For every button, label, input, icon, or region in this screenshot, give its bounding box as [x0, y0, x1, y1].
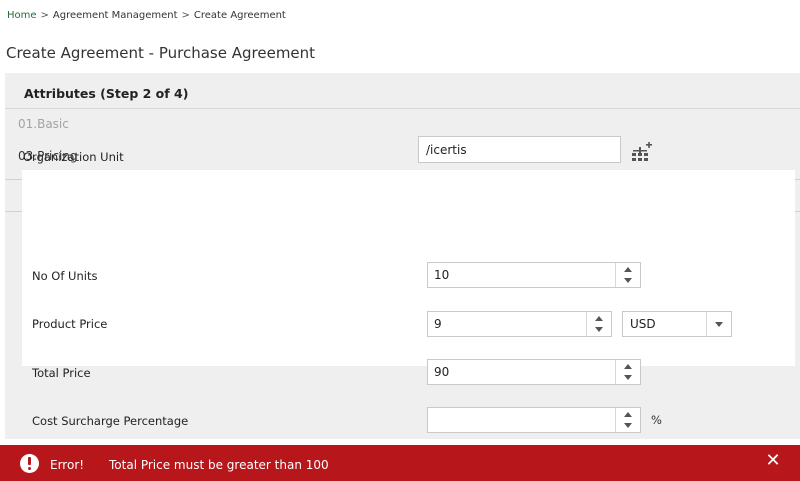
no-of-units-input[interactable]: 10 — [427, 262, 641, 288]
organization-unit-value: /icertis — [426, 143, 467, 157]
product-price-value: 9 — [434, 317, 442, 331]
decrement-arrow-icon[interactable] — [616, 275, 640, 287]
increment-arrow-icon[interactable] — [616, 263, 640, 275]
decrement-arrow-icon[interactable] — [587, 324, 611, 336]
page-title: Create Agreement - Purchase Agreement — [6, 44, 316, 62]
error-label: Error! — [50, 458, 85, 472]
section-pricing-header[interactable]: 03.Pricing — [18, 149, 78, 163]
total-price-label: Total Price — [32, 366, 91, 380]
no-of-units-label: No Of Units — [32, 269, 98, 283]
product-price-input[interactable]: 9 — [427, 311, 612, 337]
breadcrumb-create-agreement: Create Agreement — [193, 10, 286, 21]
breadcrumb: Home > Agreement Management > Create Agreeme… — [7, 10, 286, 21]
breadcrumb-separator: > — [181, 10, 190, 21]
product-price-spinner — [586, 312, 611, 336]
organization-unit-input[interactable]: /icertis — [418, 136, 621, 163]
cost-surcharge-percentage-input[interactable] — [427, 407, 641, 433]
chevron-down-icon[interactable] — [706, 312, 731, 336]
cost-surcharge-spinner — [615, 408, 640, 432]
currency-value: USD — [630, 317, 656, 331]
step-header: Attributes (Step 2 of 4) — [5, 73, 800, 109]
percent-suffix: % — [651, 413, 662, 427]
error-notification-bar: Error! Total Price must be greater than … — [0, 445, 800, 481]
cost-surcharge-percentage-label: Cost Surcharge Percentage — [32, 414, 189, 428]
total-price-value: 90 — [434, 365, 450, 379]
decrement-arrow-icon[interactable] — [616, 372, 640, 384]
error-exclamation-icon — [20, 454, 39, 473]
hierarchy-add-icon[interactable] — [629, 142, 653, 162]
section-basic-header[interactable]: 01.Basic — [18, 117, 69, 131]
breadcrumb-separator: > — [40, 10, 49, 21]
no-of-units-spinner — [615, 263, 640, 287]
increment-arrow-icon[interactable] — [587, 312, 611, 324]
product-price-label: Product Price — [32, 317, 108, 331]
close-icon[interactable]: ✕ — [763, 451, 783, 471]
increment-arrow-icon[interactable] — [616, 408, 640, 420]
currency-select[interactable]: USD — [622, 311, 732, 337]
breadcrumb-home-link[interactable]: Home — [7, 10, 37, 21]
increment-arrow-icon[interactable] — [616, 360, 640, 372]
breadcrumb-agreement-management[interactable]: Agreement Management — [53, 10, 178, 21]
decrement-arrow-icon[interactable] — [616, 420, 640, 432]
error-message: Total Price must be greater than 100 — [109, 458, 329, 472]
total-price-spinner — [615, 360, 640, 384]
no-of-units-value: 10 — [434, 268, 450, 282]
total-price-input[interactable]: 90 — [427, 359, 641, 385]
